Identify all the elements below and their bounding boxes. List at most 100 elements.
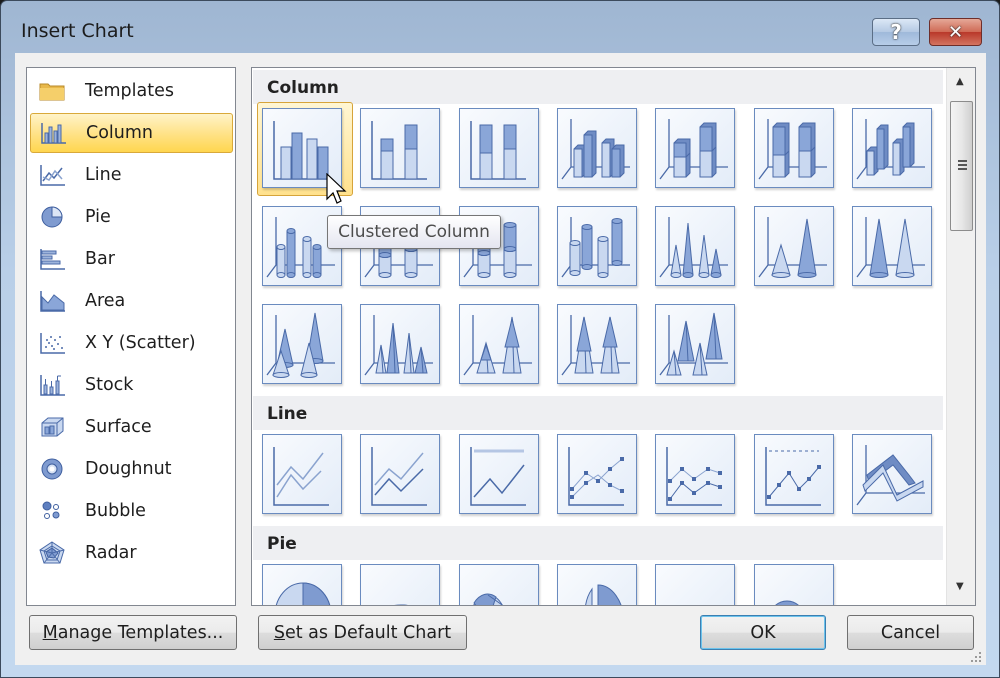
chart-type-label: Surface bbox=[85, 417, 152, 437]
chart-type-label: Templates bbox=[85, 81, 174, 101]
100-stacked-line-icon bbox=[469, 447, 526, 506]
chart-subtype-stacked-pyramid[interactable] bbox=[458, 304, 539, 384]
chart-type-templates[interactable]: Templates bbox=[30, 71, 233, 111]
pie-icon bbox=[275, 582, 331, 605]
chart-type-label: Line bbox=[85, 165, 122, 185]
mnemonic: S bbox=[273, 622, 285, 643]
pie-chart-icon bbox=[36, 205, 68, 229]
chart-type-label: Column bbox=[86, 123, 154, 143]
chart-subtype-pie[interactable] bbox=[262, 564, 342, 605]
chart-type-stock[interactable]: Stock bbox=[30, 365, 233, 405]
3d-100-stacked-column-icon bbox=[757, 119, 827, 180]
chart-subtype-100-stacked-pyramid[interactable] bbox=[556, 304, 637, 384]
chart-type-label: Doughnut bbox=[85, 459, 172, 479]
close-button[interactable]: ✕ bbox=[929, 18, 982, 46]
chart-subtype-3d-line[interactable] bbox=[851, 434, 932, 514]
chart-type-area[interactable]: Area bbox=[30, 281, 233, 321]
100-stacked-pyramid-icon bbox=[561, 315, 630, 376]
chart-subtype-100-stacked-line-with-markers[interactable] bbox=[753, 434, 834, 514]
chart-subtype-3d-cylinder[interactable] bbox=[556, 206, 637, 286]
chart-subtype-pie-of-pie[interactable] bbox=[458, 564, 539, 605]
folder-icon bbox=[36, 79, 68, 103]
gallery-scrollbar[interactable]: ▲ ▼ bbox=[946, 68, 975, 605]
pie-of-pie-icon bbox=[472, 593, 503, 605]
chart-type-column[interactable]: Column bbox=[30, 113, 233, 153]
radar-chart-icon bbox=[36, 541, 68, 565]
stock-chart-icon bbox=[36, 373, 68, 397]
scroll-up-arrow[interactable]: ▲ bbox=[956, 76, 964, 87]
grip-line bbox=[958, 160, 967, 162]
3d-line-icon bbox=[856, 445, 925, 506]
manage-templates-button[interactable]: Manage Templates... bbox=[29, 615, 237, 650]
chart-subtype-stacked-column[interactable] bbox=[360, 108, 441, 188]
chart-subtype-100-stacked-column[interactable] bbox=[458, 108, 539, 188]
chart-subtype-exploded-pie-3d[interactable] bbox=[360, 564, 441, 605]
chart-subtype-exploded-pie-3d-b[interactable] bbox=[655, 564, 736, 606]
section-header-line: Line bbox=[253, 396, 943, 430]
3d-column-icon bbox=[856, 119, 925, 180]
chart-subtype-100-stacked-line[interactable] bbox=[458, 434, 539, 514]
chart-type-label: Bar bbox=[85, 249, 115, 269]
grip-line bbox=[958, 168, 967, 170]
chart-subtype-stacked-line[interactable] bbox=[360, 434, 441, 514]
doughnut-chart-icon bbox=[36, 457, 68, 481]
chart-subtype-clustered-pyramid[interactable] bbox=[360, 304, 441, 384]
help-icon: ? bbox=[890, 20, 902, 44]
line-chart-icon bbox=[36, 163, 68, 187]
exploded-pie-3d-b-icon bbox=[656, 565, 736, 606]
chart-subtype-gallery: Column Line Pie bbox=[251, 67, 976, 606]
chart-type-bar[interactable]: Bar bbox=[30, 239, 233, 279]
line-with-markers-icon bbox=[568, 447, 624, 506]
set-default-chart-button[interactable]: Set as Default Chart bbox=[258, 615, 467, 650]
chart-subtype-stacked-line-with-markers[interactable] bbox=[655, 434, 736, 514]
help-button[interactable]: ? bbox=[872, 18, 920, 46]
chart-subtype-exploded-pie[interactable] bbox=[556, 564, 637, 605]
ok-button[interactable]: OK bbox=[700, 615, 826, 650]
exploded-pie-3d-icon bbox=[394, 604, 408, 605]
3d-clustered-column-icon bbox=[561, 119, 630, 180]
3d-cylinder-icon bbox=[561, 217, 630, 278]
chart-subtype-3d-clustered-column[interactable] bbox=[556, 108, 637, 188]
cancel-button[interactable]: Cancel bbox=[847, 615, 974, 650]
resize-grip-icon[interactable] bbox=[969, 650, 983, 664]
chart-type-label: Pie bbox=[85, 207, 111, 227]
chart-type-surface[interactable]: Surface bbox=[30, 407, 233, 447]
clustered-pyramid-icon bbox=[364, 315, 434, 376]
grip-line bbox=[958, 164, 967, 166]
chart-type-bubble[interactable]: Bubble bbox=[30, 491, 233, 531]
scroll-down-arrow[interactable]: ▼ bbox=[956, 581, 964, 592]
clustered-cone-icon bbox=[659, 217, 729, 278]
insert-chart-dialog: Insert Chart ? ✕ Templates Column Line P… bbox=[0, 0, 1000, 678]
chart-subtype-3d-pyramid[interactable] bbox=[655, 304, 736, 384]
chart-subtype-line[interactable] bbox=[262, 434, 342, 514]
chart-subtype-3d-stacked-column[interactable] bbox=[655, 108, 736, 188]
chart-subtype-bar-of-pie[interactable] bbox=[753, 564, 834, 605]
chart-type-radar[interactable]: Radar bbox=[30, 533, 233, 573]
stacked-cone-icon bbox=[757, 217, 827, 278]
3d-cone-icon bbox=[266, 312, 335, 378]
chart-type-line[interactable]: Line bbox=[30, 155, 233, 195]
section-header-pie: Pie bbox=[253, 526, 943, 560]
chart-subtype-stacked-cone[interactable] bbox=[753, 206, 834, 286]
line-icon bbox=[273, 447, 329, 506]
chart-subtype-line-with-markers[interactable] bbox=[556, 434, 637, 514]
chart-type-pie[interactable]: Pie bbox=[30, 197, 233, 237]
column-chart-icon bbox=[37, 121, 69, 145]
scrollbar-thumb[interactable] bbox=[950, 101, 973, 231]
chart-subtype-clustered-cone[interactable] bbox=[655, 206, 736, 286]
chart-subtype-3d-cone[interactable] bbox=[262, 304, 342, 384]
mnemonic: M bbox=[42, 622, 58, 643]
close-icon: ✕ bbox=[947, 21, 964, 43]
stacked-pyramid-icon bbox=[463, 315, 532, 376]
bubble-chart-icon bbox=[36, 499, 68, 523]
stacked-line-with-markers-icon bbox=[666, 447, 723, 506]
stacked-column-icon bbox=[371, 121, 428, 180]
button-label: et as Default Chart bbox=[284, 622, 452, 643]
chart-subtype-3d-column[interactable] bbox=[851, 108, 932, 188]
chart-subtype-100-stacked-cone[interactable] bbox=[851, 206, 932, 286]
chart-type-doughnut[interactable]: Doughnut bbox=[30, 449, 233, 489]
100-stacked-column-icon bbox=[469, 121, 526, 180]
area-chart-icon bbox=[36, 289, 68, 313]
chart-type-scatter[interactable]: X Y (Scatter) bbox=[30, 323, 233, 363]
chart-subtype-3d-100-stacked-column[interactable] bbox=[753, 108, 834, 188]
